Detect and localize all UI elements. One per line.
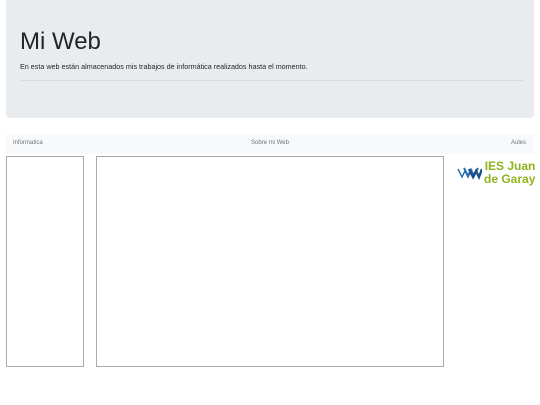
school-logo-mark-icon	[457, 167, 482, 180]
school-logo-text: IES Juan de Garay	[484, 160, 535, 186]
school-logo[interactable]: IES Juan de Garay	[456, 158, 540, 192]
top-nav-bar: Informatica Sobre mi Web Aules	[6, 134, 534, 154]
main-content-iframe[interactable]	[96, 156, 444, 367]
nav-link-aules[interactable]: Aules	[511, 140, 526, 146]
sidebar-iframe[interactable]	[6, 156, 84, 367]
jumbotron-header: Mi Web En esta web están almacenados mis…	[6, 0, 534, 118]
page-title: Mi Web	[20, 28, 101, 55]
header-divider	[20, 80, 524, 81]
school-logo-line2: de Garay	[484, 172, 536, 186]
page-lead-text: En esta web están almacenados mis trabaj…	[20, 62, 308, 71]
nav-link-sobre-mi-web[interactable]: Sobre mi Web	[6, 140, 534, 146]
